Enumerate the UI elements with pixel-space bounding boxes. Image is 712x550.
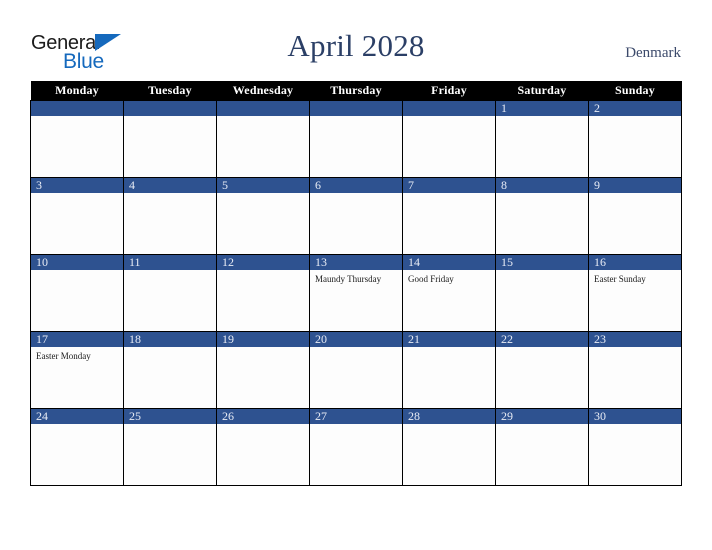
day-number: 26 bbox=[217, 409, 309, 424]
calendar-day-cell[interactable] bbox=[216, 100, 310, 178]
calendar-day-cell[interactable]: 10 bbox=[30, 254, 124, 332]
day-number: 17 bbox=[31, 332, 123, 347]
weekday-header-row: Monday Tuesday Wednesday Thursday Friday… bbox=[30, 81, 682, 101]
day-number: 30 bbox=[589, 409, 681, 424]
calendar-day-cell[interactable]: 28 bbox=[402, 408, 496, 486]
calendar-day-cell[interactable]: 22 bbox=[495, 331, 589, 409]
weekday-header-wednesday: Wednesday bbox=[216, 81, 310, 101]
day-number bbox=[310, 101, 402, 116]
weekday-header-saturday: Saturday bbox=[495, 81, 589, 101]
day-number: 24 bbox=[31, 409, 123, 424]
weekday-header-tuesday: Tuesday bbox=[123, 81, 217, 101]
day-number: 7 bbox=[403, 178, 495, 193]
calendar-day-cell[interactable]: 29 bbox=[495, 408, 589, 486]
day-number: 5 bbox=[217, 178, 309, 193]
calendar-day-cell[interactable]: 21 bbox=[402, 331, 496, 409]
calendar-day-cell[interactable]: 15 bbox=[495, 254, 589, 332]
weekday-header-monday: Monday bbox=[30, 81, 124, 101]
calendar-day-cell[interactable]: 26 bbox=[216, 408, 310, 486]
day-number: 16 bbox=[589, 255, 681, 270]
calendar-day-cell[interactable]: 1 bbox=[495, 100, 589, 178]
calendar-week-row: 24 25 26 27 28 29 30 bbox=[30, 408, 682, 486]
day-number: 13 bbox=[310, 255, 402, 270]
calendar-week-row: 3456789 bbox=[30, 177, 682, 255]
day-number bbox=[403, 101, 495, 116]
day-number: 1 bbox=[496, 101, 588, 116]
day-number: 14 bbox=[403, 255, 495, 270]
calendar-day-cell[interactable] bbox=[123, 100, 217, 178]
page-header: General Blue April 2028 Denmark bbox=[0, 0, 712, 80]
holiday-label: Good Friday bbox=[408, 274, 454, 284]
day-number: 29 bbox=[496, 409, 588, 424]
day-number: 28 bbox=[403, 409, 495, 424]
day-number: 3 bbox=[31, 178, 123, 193]
day-number bbox=[31, 101, 123, 116]
calendar-day-cell[interactable]: 4 bbox=[123, 177, 217, 255]
day-number: 27 bbox=[310, 409, 402, 424]
calendar-day-cell[interactable]: 16 Easter Sunday bbox=[588, 254, 682, 332]
calendar-day-cell[interactable] bbox=[402, 100, 496, 178]
day-number bbox=[217, 101, 309, 116]
calendar-day-cell[interactable]: 25 bbox=[123, 408, 217, 486]
calendar-day-cell[interactable]: 3 bbox=[30, 177, 124, 255]
calendar-body: 1 2 3 4 5 6 7 8 9 10 11 12 13 Maundy Thursday 14 Good F… bbox=[30, 100, 682, 486]
calendar-day-cell[interactable] bbox=[309, 100, 403, 178]
holiday-label: Maundy Thursday bbox=[315, 274, 382, 284]
day-number: 18 bbox=[124, 332, 216, 347]
calendar-week-row: 12 bbox=[30, 100, 682, 178]
day-number: 21 bbox=[403, 332, 495, 347]
calendar-grid: Monday Tuesday Wednesday Thursday Friday… bbox=[30, 81, 682, 486]
calendar-day-cell[interactable]: 17 Easter Monday bbox=[30, 331, 124, 409]
calendar-day-cell[interactable]: 8 bbox=[495, 177, 589, 255]
calendar-day-cell[interactable]: 11 bbox=[123, 254, 217, 332]
day-number: 19 bbox=[217, 332, 309, 347]
calendar-day-cell[interactable]: 9 bbox=[588, 177, 682, 255]
weekday-header-friday: Friday bbox=[402, 81, 496, 101]
day-number: 15 bbox=[496, 255, 588, 270]
holiday-label: Easter Sunday bbox=[594, 274, 646, 284]
calendar-day-cell[interactable]: 27 bbox=[309, 408, 403, 486]
calendar-day-cell[interactable]: 6 bbox=[309, 177, 403, 255]
calendar-day-cell[interactable]: 18 bbox=[123, 331, 217, 409]
day-number: 23 bbox=[589, 332, 681, 347]
day-number: 25 bbox=[124, 409, 216, 424]
calendar-day-cell[interactable]: 23 bbox=[588, 331, 682, 409]
day-number: 12 bbox=[217, 255, 309, 270]
day-number: 10 bbox=[31, 255, 123, 270]
day-number: 11 bbox=[124, 255, 216, 270]
day-number: 20 bbox=[310, 332, 402, 347]
day-number bbox=[124, 101, 216, 116]
calendar-day-cell[interactable]: 13 Maundy Thursday bbox=[309, 254, 403, 332]
calendar-page: General Blue April 2028 Denmark Monday T… bbox=[0, 0, 712, 550]
calendar-day-cell[interactable]: 7 bbox=[402, 177, 496, 255]
calendar-day-cell[interactable]: 2 bbox=[588, 100, 682, 178]
day-number: 6 bbox=[310, 178, 402, 193]
calendar-day-cell[interactable]: 5 bbox=[216, 177, 310, 255]
holiday-label: Easter Monday bbox=[36, 351, 91, 361]
calendar-week-row: 10 11 12 13 Maundy Thursday 14 Good Friday 15 16… bbox=[30, 254, 682, 332]
calendar-day-cell[interactable]: 20 bbox=[309, 331, 403, 409]
day-number: 2 bbox=[589, 101, 681, 116]
day-number: 9 bbox=[589, 178, 681, 193]
day-number: 8 bbox=[496, 178, 588, 193]
day-number: 22 bbox=[496, 332, 588, 347]
calendar-week-row: 17 Easter Monday 18 19 20 21 22 23 bbox=[30, 331, 682, 409]
country-label: Denmark bbox=[625, 45, 681, 61]
calendar-day-cell[interactable]: 30 bbox=[588, 408, 682, 486]
calendar-day-cell[interactable]: 12 bbox=[216, 254, 310, 332]
day-number: 4 bbox=[124, 178, 216, 193]
page-title: April 2028 bbox=[287, 28, 425, 63]
calendar-day-cell[interactable]: 14 Good Friday bbox=[402, 254, 496, 332]
calendar-day-cell[interactable] bbox=[30, 100, 124, 178]
weekday-header-sunday: Sunday bbox=[588, 81, 682, 101]
weekday-header-thursday: Thursday bbox=[309, 81, 403, 101]
calendar-day-cell[interactable]: 24 bbox=[30, 408, 124, 486]
calendar-day-cell[interactable]: 19 bbox=[216, 331, 310, 409]
